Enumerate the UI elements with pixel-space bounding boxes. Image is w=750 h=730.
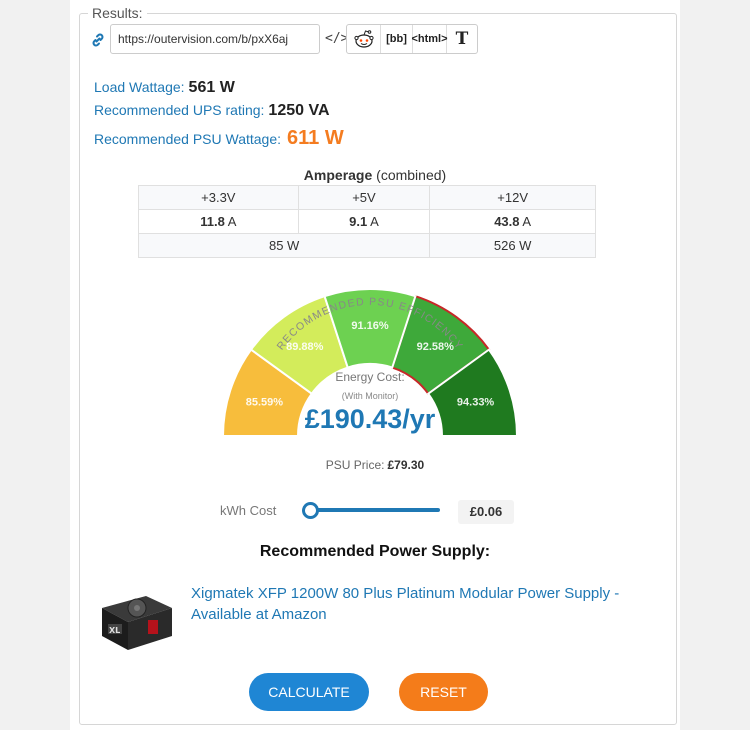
amperage-title: Amperage (combined) bbox=[70, 167, 680, 183]
reddit-icon bbox=[353, 30, 374, 48]
ups-rating: Recommended UPS rating: 1250 VA bbox=[94, 102, 330, 120]
ups-rating-label: Recommended UPS rating: bbox=[94, 102, 265, 118]
slider-track[interactable] bbox=[308, 508, 440, 512]
svg-text:XL: XL bbox=[109, 626, 120, 635]
rail-header: +12V bbox=[429, 185, 596, 210]
energy-cost-label: Energy Cost: bbox=[335, 370, 405, 384]
embed-code-icon[interactable]: </> bbox=[325, 31, 348, 46]
product-image[interactable]: XL bbox=[96, 580, 176, 655]
html-share-button[interactable]: <html> bbox=[411, 25, 448, 53]
rail-amps: 9.1 A bbox=[297, 209, 431, 234]
amp-value: 11.8 bbox=[200, 214, 225, 229]
reddit-share-button[interactable] bbox=[347, 25, 381, 53]
calculate-button[interactable]: CALCULATE bbox=[249, 673, 369, 711]
psu-price-label: PSU Price: bbox=[325, 458, 385, 472]
rail-watts: 85 W bbox=[137, 233, 431, 258]
psu-price-value: £79.30 bbox=[387, 458, 425, 472]
efficiency-gauge: 85.59% 89.88% 91.16% 92.58% 94.33% RECOMMEND… bbox=[220, 270, 520, 445]
text-share-button[interactable]: T bbox=[447, 25, 477, 53]
load-wattage: Load Wattage: 561 W bbox=[94, 79, 235, 97]
amp-unit: A bbox=[370, 214, 379, 229]
amp-unit: A bbox=[227, 214, 237, 229]
table-row: +3.3V +5V +12V bbox=[138, 185, 596, 210]
share-buttons: [bb] <html> T bbox=[346, 24, 478, 54]
amperage-subtitle: (combined) bbox=[376, 167, 447, 183]
kwh-cost-slider[interactable] bbox=[302, 500, 442, 520]
share-url-field[interactable]: https://outervision.com/b/pxX6aj bbox=[110, 24, 320, 54]
load-wattage-value: 561 W bbox=[188, 79, 235, 96]
energy-cost-subtitle: (With Monitor) bbox=[341, 391, 399, 401]
rail-header: +5V bbox=[297, 185, 431, 210]
energy-cost-value: £190.43/yr bbox=[304, 404, 436, 434]
table-row: 85 W 526 W bbox=[137, 233, 596, 258]
link-icon[interactable] bbox=[90, 32, 106, 48]
reset-button[interactable]: RESET bbox=[399, 673, 488, 711]
psu-wattage: Recommended PSU Wattage: 611 W bbox=[94, 127, 344, 150]
rail-amps: 11.8 A bbox=[138, 209, 299, 234]
amp-unit: A bbox=[522, 214, 532, 229]
amp-value: 9.1 bbox=[349, 214, 368, 229]
kwh-cost-value: £0.06 bbox=[458, 500, 514, 524]
amperage-table: +3.3V +5V +12V 11.8 A 9.1 A 43.8 A 85 W … bbox=[137, 185, 596, 258]
rail-amps: 43.8 A bbox=[429, 209, 596, 234]
results-panel: Results: https://outervision.com/b/pxX6a… bbox=[70, 0, 680, 730]
rail-header: +3.3V bbox=[138, 185, 299, 210]
kwh-cost-label: kWh Cost bbox=[220, 503, 277, 518]
table-row: 11.8 A 9.1 A 43.8 A bbox=[138, 209, 596, 234]
bbcode-share-button[interactable]: [bb] bbox=[381, 25, 413, 53]
recommended-psu-title: Recommended Power Supply: bbox=[259, 543, 491, 560]
psu-wattage-value: 611 W bbox=[287, 127, 344, 149]
psu-wattage-label: Recommended PSU Wattage: bbox=[94, 131, 282, 147]
share-row: https://outervision.com/b/pxX6aj </> [bb… bbox=[90, 24, 480, 54]
psu-price: PSU Price: £79.30 bbox=[70, 458, 680, 472]
load-wattage-label: Load Wattage: bbox=[94, 79, 185, 95]
ups-rating-value: 1250 VA bbox=[268, 102, 330, 119]
amperage-heading: Amperage bbox=[303, 167, 373, 183]
rail-watts: 526 W bbox=[429, 233, 596, 258]
product-link[interactable]: Xigmatek XFP 1200W 80 Plus Platinum Modu… bbox=[191, 583, 651, 625]
amp-value: 43.8 bbox=[494, 214, 520, 229]
slider-thumb[interactable] bbox=[302, 502, 319, 519]
gauge-segment-label: 91.16% bbox=[351, 320, 389, 332]
results-legend: Results: bbox=[92, 5, 143, 21]
